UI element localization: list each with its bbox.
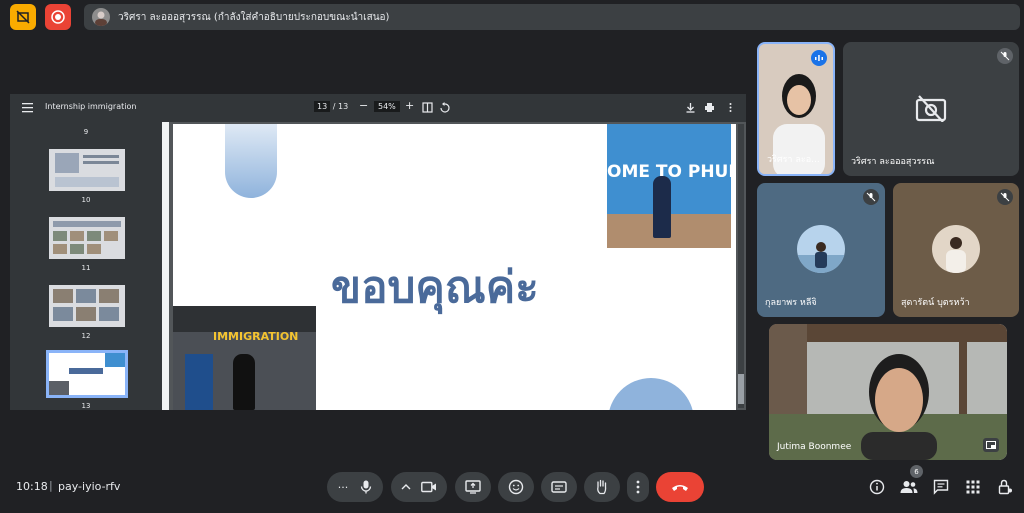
participant-name: Jutima Boonmee — [777, 442, 852, 452]
reactions-button[interactable] — [498, 472, 534, 502]
meeting-details-button[interactable] — [868, 478, 886, 496]
page-total: / 13 — [332, 102, 349, 111]
page-current-input[interactable]: 13 — [314, 101, 331, 112]
audio-options-button[interactable]: ··· — [338, 481, 349, 494]
participant-tile[interactable]: วริศรา ละอ... — [757, 42, 835, 176]
present-screen-icon — [465, 480, 481, 494]
record-icon — [51, 10, 65, 24]
mic-control-group: ··· — [327, 472, 383, 502]
chevron-up-icon[interactable] — [401, 483, 411, 491]
hand-icon — [597, 479, 607, 495]
thumbnail-label: 13 — [81, 402, 91, 410]
people-icon — [900, 481, 918, 493]
thumbnail-page-13[interactable] — [46, 350, 128, 398]
slide-page: OME TO PHUK IMMIGRATION ขอบคุณค่ะ — [173, 124, 736, 410]
lock-person-icon — [998, 479, 1012, 495]
mic-off-icon — [997, 189, 1013, 205]
rotate-icon[interactable] — [439, 102, 450, 113]
participant-tile[interactable]: วริศรา ละอออสุวรรณ — [843, 42, 1019, 176]
page-indicator: 13 / 13 — [314, 101, 349, 112]
meeting-code: pay-iyio-rfv — [58, 480, 121, 493]
mic-icon[interactable] — [360, 480, 372, 494]
participant-name: วริศรา ละอออสุวรรณ — [851, 157, 935, 167]
photo-immigration: IMMIGRATION — [173, 306, 316, 410]
participant-count-badge: 6 — [910, 465, 923, 478]
captions-button[interactable] — [541, 472, 577, 502]
thumbnail-pane: 9 10 11 12 13 — [10, 122, 162, 410]
slide-area: OME TO PHUK IMMIGRATION ขอบคุณค่ะ — [162, 122, 746, 410]
more-options-button[interactable] — [627, 472, 649, 502]
end-call-button[interactable] — [656, 472, 704, 502]
menu-icon[interactable] — [22, 102, 33, 113]
thumbnail-scrollbar[interactable] — [162, 122, 169, 410]
slide-title: ขอบคุณค่ะ — [331, 262, 539, 313]
stop-presenting-button[interactable] — [10, 4, 36, 30]
camera-control-group — [391, 472, 447, 502]
zoom-out-button[interactable]: − — [359, 99, 368, 112]
captions-icon — [551, 481, 567, 493]
activities-button[interactable] — [964, 478, 982, 496]
photo-welcome-banner: OME TO PHUK — [607, 124, 731, 248]
present-button[interactable] — [455, 472, 491, 502]
more-vert-icon — [636, 480, 640, 494]
slide-scrollbar[interactable] — [738, 124, 744, 408]
thumbnail-label: 12 — [81, 332, 91, 340]
meeting-time: 10:18 — [16, 480, 48, 493]
mic-off-icon — [997, 48, 1013, 64]
thumbnail-label: 10 — [81, 196, 91, 204]
more-vert-icon[interactable] — [725, 102, 736, 113]
presenter-banner: วริศรา ละอออสุวรรณ (กำลังใส่คำอธิบายประก… — [84, 4, 1020, 30]
participant-tile[interactable]: สุดารัตน์ บุตรหว้า — [893, 183, 1019, 317]
slide-scrollbar-thumb[interactable] — [738, 374, 744, 404]
info-icon — [869, 479, 885, 495]
shared-screen: Internship immigration 13 / 13 − 54% + 9… — [10, 94, 746, 410]
thumbnail-page-12[interactable] — [49, 285, 125, 327]
thumbnail-label: 11 — [81, 264, 91, 272]
hang-up-icon — [672, 485, 688, 491]
print-icon[interactable] — [704, 102, 715, 113]
thumbnail-page-10[interactable] — [49, 149, 125, 191]
raise-hand-button[interactable] — [584, 472, 620, 502]
stop-recording-button[interactable] — [45, 4, 71, 30]
host-controls-button[interactable] — [996, 478, 1014, 496]
decorative-shape — [225, 124, 277, 198]
participant-avatar — [932, 225, 980, 273]
zoom-input[interactable]: 54% — [374, 101, 400, 112]
pdf-title: Internship immigration — [45, 102, 137, 111]
people-button[interactable] — [900, 478, 918, 496]
participant-avatar — [797, 225, 845, 273]
presenter-avatar — [92, 8, 110, 26]
fit-page-icon[interactable] — [422, 102, 433, 113]
speaking-indicator-icon — [811, 50, 827, 66]
camera-off-icon — [915, 95, 947, 122]
zoom-in-button[interactable]: + — [405, 99, 414, 112]
emoji-icon — [508, 479, 524, 495]
participant-name: วริศรา ละอ... — [767, 155, 820, 165]
chat-icon — [933, 479, 949, 495]
camera-icon[interactable] — [421, 481, 437, 493]
thumbnail-page-11[interactable] — [49, 217, 125, 259]
apps-grid-icon — [966, 480, 980, 494]
decorative-shape — [608, 378, 694, 410]
participant-name: สุดารัตน์ บุตรหว้า — [901, 298, 970, 308]
separator: | — [49, 479, 53, 492]
thumbnail-label: 9 — [83, 128, 89, 136]
participant-name: กุลยาพร หลีจิ — [765, 298, 817, 308]
chat-button[interactable] — [932, 478, 950, 496]
participant-tile[interactable]: กุลยาพร หลีจิ — [757, 183, 885, 317]
photo-sign-text: IMMIGRATION — [213, 330, 299, 343]
download-icon[interactable] — [685, 102, 696, 113]
participant-tile[interactable]: Jutima Boonmee — [769, 324, 1007, 460]
pip-icon[interactable] — [983, 438, 999, 452]
present-off-icon — [16, 10, 30, 24]
mic-off-icon — [863, 189, 879, 205]
presenter-banner-text: วริศรา ละอออสุวรรณ (กำลังใส่คำอธิบายประก… — [118, 11, 390, 23]
